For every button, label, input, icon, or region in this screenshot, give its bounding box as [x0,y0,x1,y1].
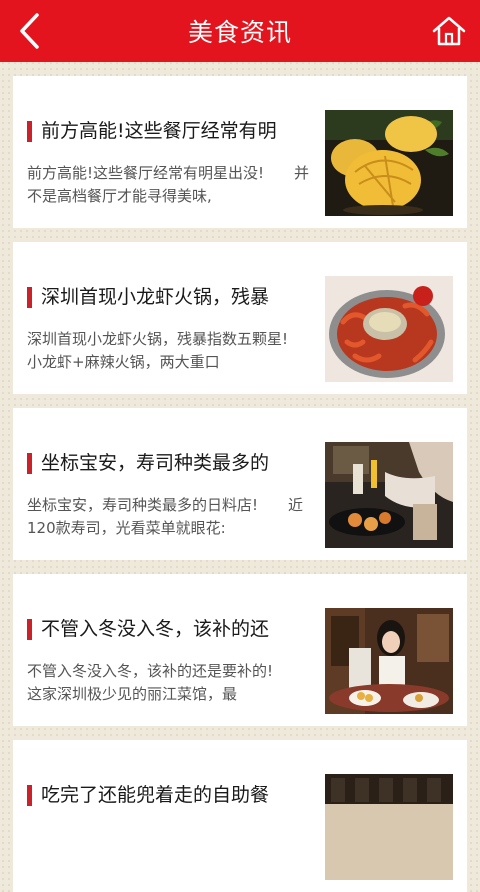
article-card[interactable]: 深圳首现小龙虾火锅，残暴 深圳首现小龙虾火锅，残暴指数五颗星! 小龙虾+麻辣火锅… [13,242,467,394]
article-thumbnail [325,608,453,714]
lijiang-restaurant-photo [325,608,453,714]
title-accent-bar [27,619,32,640]
crayfish-hotpot-photo [325,276,453,382]
article-thumbnail [325,110,453,216]
article-summary: 深圳首现小龙虾火锅，残暴指数五颗星! 小龙虾+麻辣火锅，两大重口 [27,330,313,371]
article-title: 坐标宝安，寿司种类最多的 [41,452,270,474]
article-summary [27,826,313,872]
home-button[interactable] [418,0,480,62]
title-accent-bar [27,785,32,806]
page-title: 美食资讯 [187,18,292,47]
article-summary: 前方高能!这些餐厅经常有明星出没! 并不是高档餐厅才能寻得美味, [27,164,310,205]
article-thumbnail [325,774,453,880]
title-accent-bar [27,121,32,142]
article-title: 吃完了还能兜着走的自助餐 [41,784,270,806]
pineapple-bun-photo [325,110,453,216]
article-thumbnail [325,276,453,382]
home-icon [432,16,466,46]
article-title: 前方高能!这些餐厅经常有明 [41,120,277,142]
article-card[interactable]: 吃完了还能兜着走的自助餐 [13,740,467,892]
article-title: 不管入冬没入冬，该补的还 [41,618,270,640]
title-accent-bar [27,453,32,474]
article-summary: 不管入冬没入冬，该补的还是要补的! 这家深圳极少见的丽江菜馆，最 [27,662,304,703]
article-card[interactable]: 前方高能!这些餐厅经常有明 前方高能!这些餐厅经常有明星出没! 并不是高档餐厅才… [13,76,467,228]
article-summary: 坐标宝安，寿司种类最多的日料店! 近120款寿司，光看菜单就眼花: [27,496,304,537]
article-card[interactable]: 不管入冬没入冬，该补的还 不管入冬没入冬，该补的还是要补的! 这家深圳极少见的丽… [13,574,467,726]
top-bar: 美食资讯 [0,0,480,62]
article-title: 深圳首现小龙虾火锅，残暴 [41,286,270,308]
article-card[interactable]: 坐标宝安，寿司种类最多的 坐标宝安，寿司种类最多的日料店! 近120款寿司，光看… [13,408,467,560]
back-button[interactable] [0,0,60,62]
sushi-restaurant-photo [325,442,453,548]
buffet-photo [325,774,453,880]
chevron-left-icon [20,13,39,49]
article-thumbnail [325,442,453,548]
title-accent-bar [27,287,32,308]
